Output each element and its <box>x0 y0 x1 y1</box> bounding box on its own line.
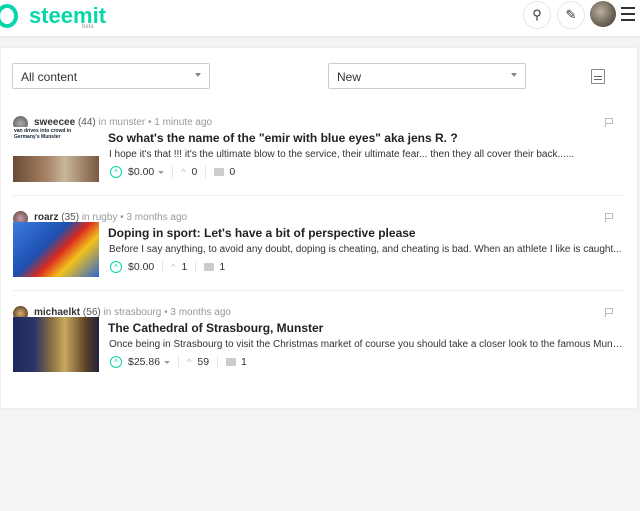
beta-label: beta <box>82 24 94 30</box>
post-title[interactable]: The Cathedral of Strasbourg, Munster <box>108 321 323 335</box>
upvote-icon[interactable]: ^ <box>110 356 122 368</box>
payout[interactable]: $25.86 <box>128 356 160 368</box>
in-label: in <box>98 117 107 128</box>
comment-count[interactable]: 1 <box>241 356 247 368</box>
comment-icon <box>204 263 215 271</box>
flag-icon[interactable] <box>605 213 613 222</box>
post-stats: ^ $0.00 ^ 0 0 <box>110 165 235 179</box>
post-item[interactable]: michaelkt (56) in strasbourg • 3 months … <box>1 296 639 386</box>
caret-down-icon[interactable] <box>158 170 165 174</box>
flag-icon[interactable] <box>605 118 613 127</box>
post-item[interactable]: roarz (35) in rugby • 3 months ago Dopin… <box>1 201 639 291</box>
caret-down-icon[interactable] <box>164 360 171 364</box>
top-header: steemit beta ⚲ ✎ <box>0 0 640 36</box>
pencil-icon: ✎ <box>565 7 577 22</box>
payout[interactable]: $0.00 <box>128 261 154 273</box>
layout-toggle-icon[interactable] <box>591 69 605 84</box>
upvote-icon[interactable]: ^ <box>110 261 122 273</box>
post-stats: ^ $0.00 ^ 1 1 <box>110 260 225 274</box>
comment-count[interactable]: 0 <box>229 166 235 178</box>
chevron-down-icon <box>195 73 201 77</box>
post-thumbnail[interactable] <box>13 317 99 372</box>
content-filter-select[interactable]: All content <box>12 63 210 89</box>
in-label: in <box>103 307 112 318</box>
post-title[interactable]: So what's the name of the "emir with blu… <box>108 131 458 145</box>
votes-icon: ^ <box>171 262 176 272</box>
votes-icon: ^ <box>187 357 192 367</box>
user-avatar[interactable] <box>590 1 616 27</box>
timestamp: 3 months ago <box>126 212 188 223</box>
sort-select[interactable]: New <box>328 63 526 89</box>
search-button[interactable]: ⚲ <box>523 1 551 29</box>
payout[interactable]: $0.00 <box>128 166 154 178</box>
comment-icon <box>214 168 225 176</box>
comment-icon <box>226 358 237 366</box>
upvote-icon[interactable]: ^ <box>110 166 122 178</box>
post-excerpt[interactable]: Before I say anything, to avoid any doub… <box>109 244 624 255</box>
thumbnail-headline: van drives into crowd in Germany's Munst… <box>14 128 72 140</box>
post-excerpt[interactable]: I hope it's that !!! it's the ultimate b… <box>109 149 624 160</box>
post-list-card: All content New sweecee (44) in munster … <box>0 47 638 409</box>
vote-count[interactable]: 0 <box>192 166 198 178</box>
vote-count[interactable]: 1 <box>182 261 188 273</box>
category-link[interactable]: munster <box>109 117 145 128</box>
content-filter-value: All content <box>21 70 78 84</box>
timestamp: 3 months ago <box>170 307 231 318</box>
write-post-button[interactable]: ✎ <box>557 1 585 29</box>
chevron-down-icon <box>511 73 517 77</box>
post-item[interactable]: sweecee (44) in munster • 1 minute ago v… <box>1 106 639 196</box>
vote-count[interactable]: 59 <box>197 356 209 368</box>
steemit-logo-icon[interactable] <box>0 4 18 28</box>
post-stats: ^ $25.86 ^ 59 1 <box>110 355 247 369</box>
comment-count[interactable]: 1 <box>219 261 225 273</box>
post-thumbnail[interactable] <box>13 222 99 277</box>
post-thumbnail[interactable]: van drives into crowd in Germany's Munst… <box>13 127 99 182</box>
votes-icon: ^ <box>181 167 186 177</box>
sort-value: New <box>337 70 362 84</box>
brand-name[interactable]: steemit <box>29 3 106 29</box>
category-link[interactable]: strasbourg <box>114 307 161 318</box>
timestamp: 1 minute ago <box>154 117 213 128</box>
search-icon: ⚲ <box>532 7 542 22</box>
post-title[interactable]: Doping in sport: Let's have a bit of per… <box>108 226 416 240</box>
post-excerpt[interactable]: Once being in Strasbourg to visit the Ch… <box>109 339 624 350</box>
flag-icon[interactable] <box>605 308 613 317</box>
hamburger-menu-icon[interactable] <box>621 7 635 25</box>
